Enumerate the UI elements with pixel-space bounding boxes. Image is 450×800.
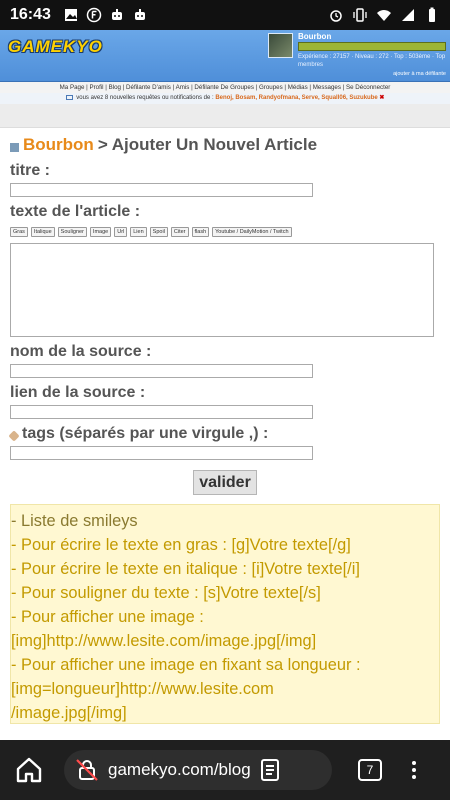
help-line: - Pour afficher une image : <box>11 608 204 626</box>
format-button[interactable]: Gras <box>10 227 28 237</box>
format-button[interactable]: Souligner <box>57 227 87 237</box>
source-name-label: nom de la source : <box>10 343 152 360</box>
format-button[interactable]: Citer <box>170 227 189 237</box>
page-title: Bourbon > Ajouter Un Nouvel Article <box>10 134 440 156</box>
nav-link[interactable]: Messages <box>313 84 341 91</box>
status-bar: 16:43 <box>0 0 450 30</box>
address-bar[interactable]: gamekyo.com/blog <box>64 750 332 790</box>
alarm-icon <box>330 10 342 22</box>
notification-names[interactable]: Benoj, Bosam, Randyofmana, Serve, Squall… <box>215 95 377 101</box>
submit-button[interactable]: valider <box>193 470 257 495</box>
title-input[interactable] <box>10 183 313 197</box>
clock: 16:43 <box>10 6 51 23</box>
tags-label-row: tags (séparés par une virgule ,) : <box>8 425 440 443</box>
help-line: [img=longueur]http://www.lesite.com <box>11 680 274 698</box>
formatting-help: - Liste de smileys - Pour écrire le texte… <box>10 504 440 724</box>
tags-input[interactable] <box>10 446 313 460</box>
site-logo[interactable]: GAMEKYO <box>8 37 103 57</box>
format-button[interactable]: Spoil <box>149 227 168 237</box>
title-label: titre : <box>10 162 50 179</box>
close-icon[interactable]: ✖ <box>379 95 384 101</box>
nav-link[interactable]: Défilante De Groupes <box>194 84 254 91</box>
mail-icon <box>65 94 73 100</box>
image-icon <box>64 9 77 21</box>
page-heading: Ajouter Un Nouvel Article <box>111 135 318 154</box>
help-line: /image.jpg[/img] <box>11 704 127 722</box>
help-line: [img]http://www.lesite.com/image.jpg[/im… <box>11 632 317 650</box>
notification-bar: vous avez 8 nouvelles requêtes ou notifi… <box>0 93 450 104</box>
article-form: Bourbon > Ajouter Un Nouvel Article titr… <box>0 134 450 724</box>
help-line: - Pour écrire le texte en italique : [i]… <box>11 560 360 578</box>
nav-link[interactable]: Blog <box>109 84 121 91</box>
robot-icon <box>111 9 122 20</box>
notification-text: vous avez 8 nouvelles requêtes ou notifi… <box>76 95 214 101</box>
robot-icon <box>134 9 145 20</box>
author-link[interactable]: Bourbon <box>23 135 94 155</box>
body-label: texte de l'article : <box>10 203 141 220</box>
smiley-list-link[interactable]: - Liste de smileys <box>11 509 439 533</box>
body-textarea[interactable] <box>10 243 434 337</box>
nav-link[interactable]: Médias <box>288 84 308 91</box>
format-toolbar: Gras Italique Souligner Image Url Lien Spoil Ci… <box>10 227 440 237</box>
web-page: GAMEKYO Bourbon Expérience : 27157 · Niv… <box>0 30 450 740</box>
battery-icon <box>429 7 435 22</box>
breadcrumb-separator: > <box>97 135 108 154</box>
nav-link[interactable]: Amis <box>176 84 190 91</box>
format-button[interactable]: Image <box>89 227 112 237</box>
tag-icon <box>8 430 20 442</box>
avatar[interactable] <box>268 33 293 58</box>
url-text[interactable]: gamekyo.com/blog <box>108 760 251 780</box>
source-name-input[interactable] <box>10 364 313 378</box>
nav-link[interactable]: Ma Page <box>60 84 85 91</box>
help-line: - Pour afficher une image en fixant sa l… <box>11 656 361 674</box>
format-button[interactable]: Italique <box>30 227 55 237</box>
home-icon[interactable] <box>12 753 46 787</box>
nav-link[interactable]: Groupes <box>259 84 283 91</box>
tab-switcher[interactable]: 7 <box>358 759 382 781</box>
format-button[interactable]: flash <box>191 227 210 237</box>
nav-link[interactable]: Profil <box>89 84 103 91</box>
format-button[interactable]: Url <box>114 227 128 237</box>
signal-icon <box>402 9 414 21</box>
source-link-input[interactable] <box>10 405 313 419</box>
tags-label: tags (séparés par une virgule ,) : <box>22 425 269 442</box>
source-link-label: lien de la source : <box>10 384 146 401</box>
experience-bar <box>298 42 446 51</box>
insecure-lock-icon[interactable] <box>74 757 100 783</box>
help-line: - Pour souligner du texte : [s]Votre tex… <box>11 584 321 602</box>
spacer-band <box>0 104 450 128</box>
site-header: GAMEKYO Bourbon Expérience : 27157 · Niv… <box>0 30 450 82</box>
edit-icon <box>10 143 19 152</box>
format-button[interactable]: Lien <box>130 227 147 237</box>
top-navigation: Ma Page | Profil | Blog | Défilante D'am… <box>0 82 450 93</box>
f-badge-icon <box>86 7 102 23</box>
wifi-icon <box>377 10 391 21</box>
format-button[interactable]: Youtube / DailyMotion / Twitch <box>212 227 292 237</box>
experience-info: Expérience : 27157 · Niveau : 272 · Top … <box>298 54 446 68</box>
more-icon[interactable] <box>412 761 416 779</box>
reader-icon[interactable] <box>259 758 281 782</box>
nav-link[interactable]: Se Déconnecter <box>346 84 390 91</box>
nav-link[interactable]: Défilante D'amis <box>126 84 171 91</box>
browser-toolbar: gamekyo.com/blog 7 <box>0 740 450 800</box>
add-to-feed-link[interactable]: ajouter à ma défilante <box>393 71 446 77</box>
user-name[interactable]: Bourbon <box>298 32 331 41</box>
vibrate-icon <box>353 8 367 22</box>
help-line: - Pour écrire le texte en gras : [g]Votr… <box>11 536 351 554</box>
